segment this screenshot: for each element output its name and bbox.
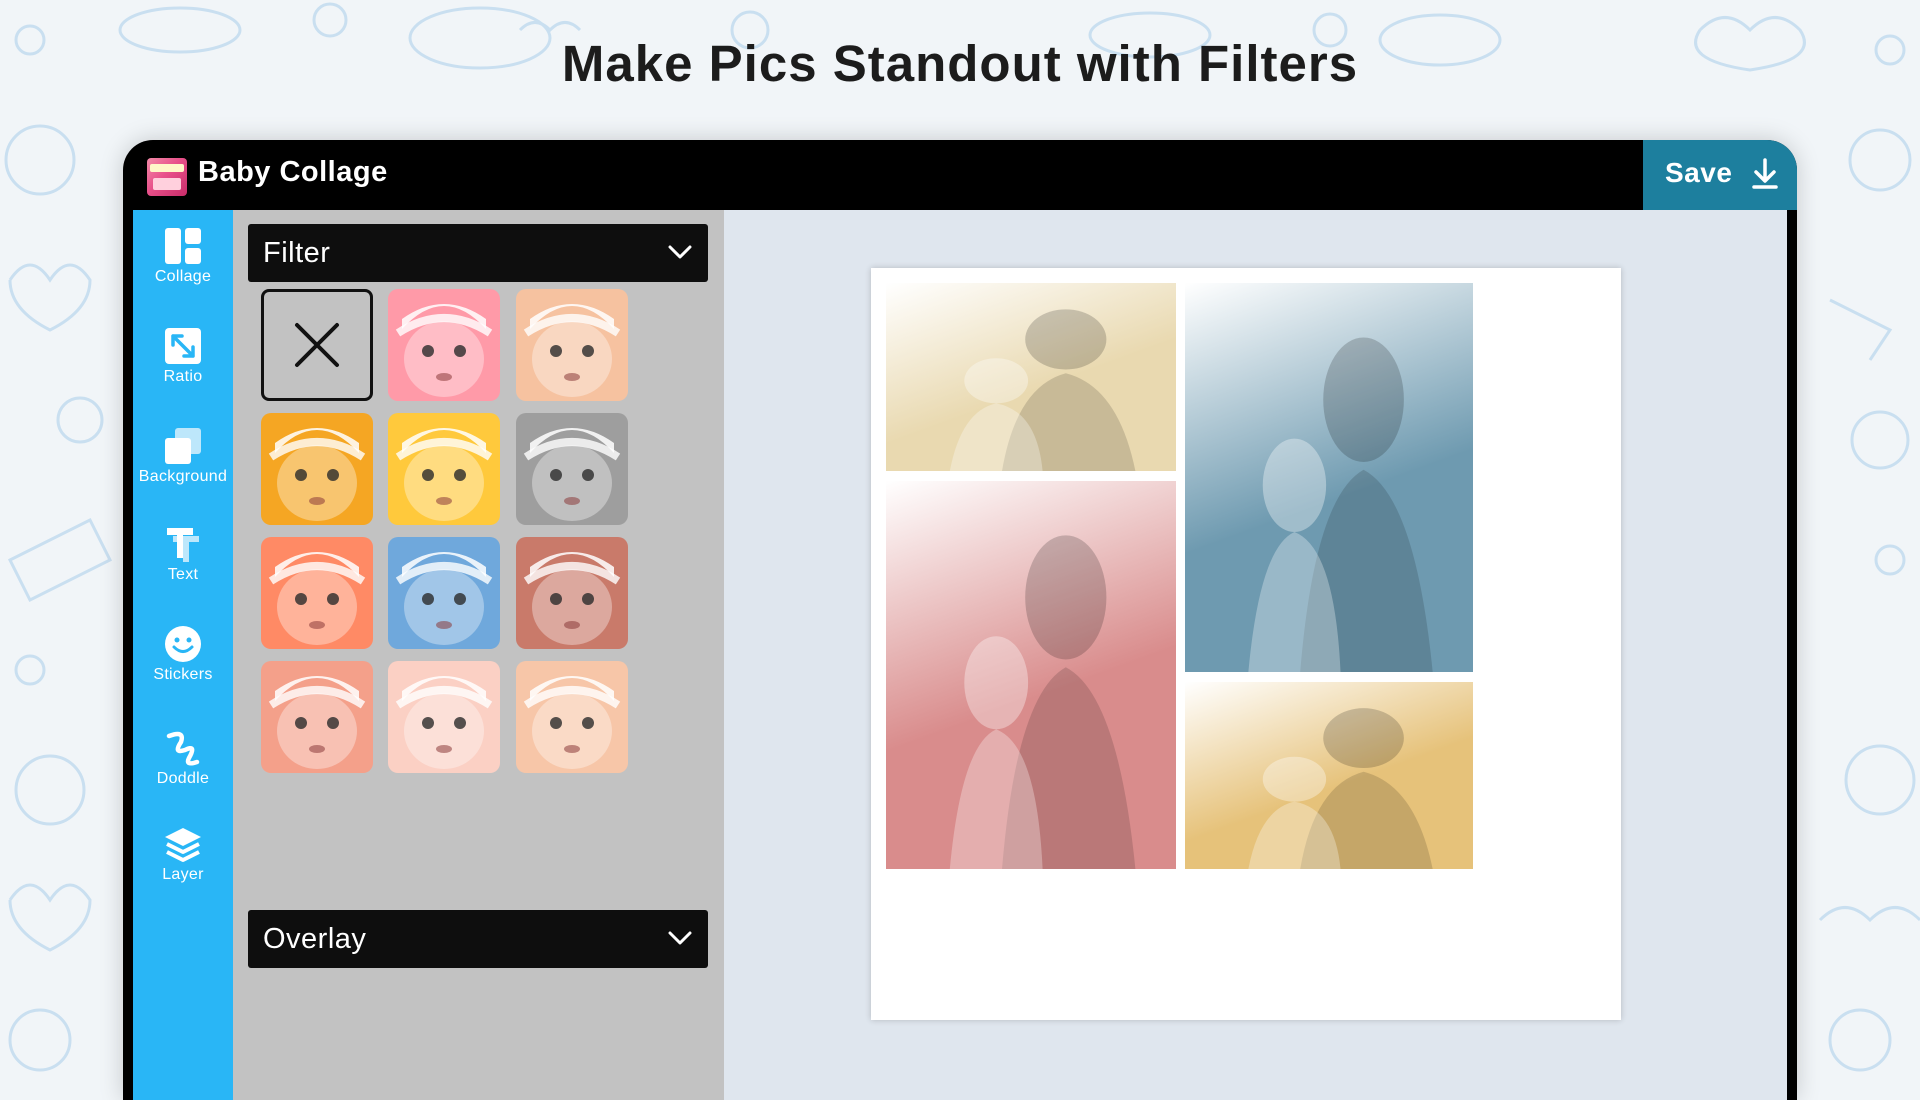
baby-face-thumbnail [516,537,628,649]
filter-thumb-coral[interactable] [261,537,373,649]
filter-thumb-peach[interactable] [516,661,628,773]
filter-thumb-blush[interactable] [261,661,373,773]
filter-thumb-none[interactable] [261,289,373,401]
baby-face-thumbnail [516,413,628,525]
people-silhouette [1248,337,1433,672]
promo-headline: Make Pics Standout with Filters [561,35,1359,92]
sidebar-item-stickers[interactable]: Stickers [133,610,233,700]
baby-face-thumbnail [261,537,373,649]
filter-thumb-golden[interactable] [388,413,500,525]
filter-panel: Filter Overlay [233,210,724,1100]
collage-canvas-area [724,210,1787,1100]
sidebar-item-layer[interactable]: Layer [133,810,233,900]
layer-icon [165,828,201,862]
collage-frame [871,268,1621,1020]
people-silhouette [1248,708,1433,869]
sidebar-item-label: Collage [154,268,212,285]
sidebar-item-doddle[interactable]: Doddle [133,714,233,804]
filter-thumb-mono[interactable] [516,413,628,525]
filter-thumb-warm[interactable] [516,289,628,401]
sidebar-item-collage[interactable]: Collage [133,212,233,302]
save-button[interactable]: Save [1643,140,1797,210]
app-title-bar: Baby Collage Save [123,140,1797,210]
filter-thumb-amber[interactable] [261,413,373,525]
baby-face-thumbnail [388,289,500,401]
mother-with-baby-on-lap-photo[interactable] [1185,682,1473,869]
overlay-dropdown-label: Overlay [263,923,367,955]
baby-face-thumbnail [516,661,628,773]
mother-hugging-baby-photo[interactable] [1185,283,1473,672]
download-icon [1752,158,1778,189]
sidebar-item-text[interactable]: Text [133,510,233,600]
filter-dropdown-label: Filter [263,237,331,269]
sidebar-item-label: Background [138,468,228,485]
tablet-device-frame: Baby Collage Save Collage Ratio Backgrou… [123,140,1797,1100]
baby-face-thumbnail [516,289,628,401]
filter-thumb-rose[interactable] [388,289,500,401]
left-toolbar: Collage Ratio Background Text Stickers D… [133,210,233,1100]
baby-face-thumbnail [261,661,373,773]
background-icon [165,428,201,464]
app-title: Baby Collage [198,156,388,188]
chevron-down-icon [668,245,692,259]
close-icon [295,323,339,367]
app-screen: Collage Ratio Background Text Stickers D… [133,210,1787,1100]
filter-thumb-pale[interactable] [388,661,500,773]
baby-face-thumbnail [388,661,500,773]
baby-face-thumbnail [388,413,500,525]
ratio-icon [165,328,201,364]
doddle-icon [166,731,200,766]
sidebar-item-label: Stickers [153,666,213,683]
chevron-down-icon [668,931,692,945]
save-button-label: Save [1665,157,1733,188]
collage-icon [165,228,201,264]
app-logo-icon [147,158,187,196]
filter-thumb-blue[interactable] [388,537,500,649]
sidebar-item-label: Doddle [156,770,210,787]
mother-lifting-baby-photo[interactable] [886,283,1176,471]
overlay-dropdown[interactable]: Overlay [248,910,708,968]
sidebar-item-background[interactable]: Background [133,412,233,502]
filter-thumb-posterize[interactable] [516,537,628,649]
sidebar-item-label: Ratio [163,368,203,385]
sidebar-item-label: Text [167,566,199,583]
baby-face-thumbnail [388,537,500,649]
people-silhouette [949,535,1136,869]
filter-dropdown[interactable]: Filter [248,224,708,282]
sidebar-item-ratio[interactable]: Ratio [133,312,233,402]
stickers-icon [165,626,201,662]
text-icon [167,528,199,562]
baby-face-thumbnail [261,413,373,525]
people-silhouette [949,309,1136,471]
mother-smiling-baby-photo[interactable] [886,481,1176,869]
sidebar-item-label: Layer [162,866,204,883]
